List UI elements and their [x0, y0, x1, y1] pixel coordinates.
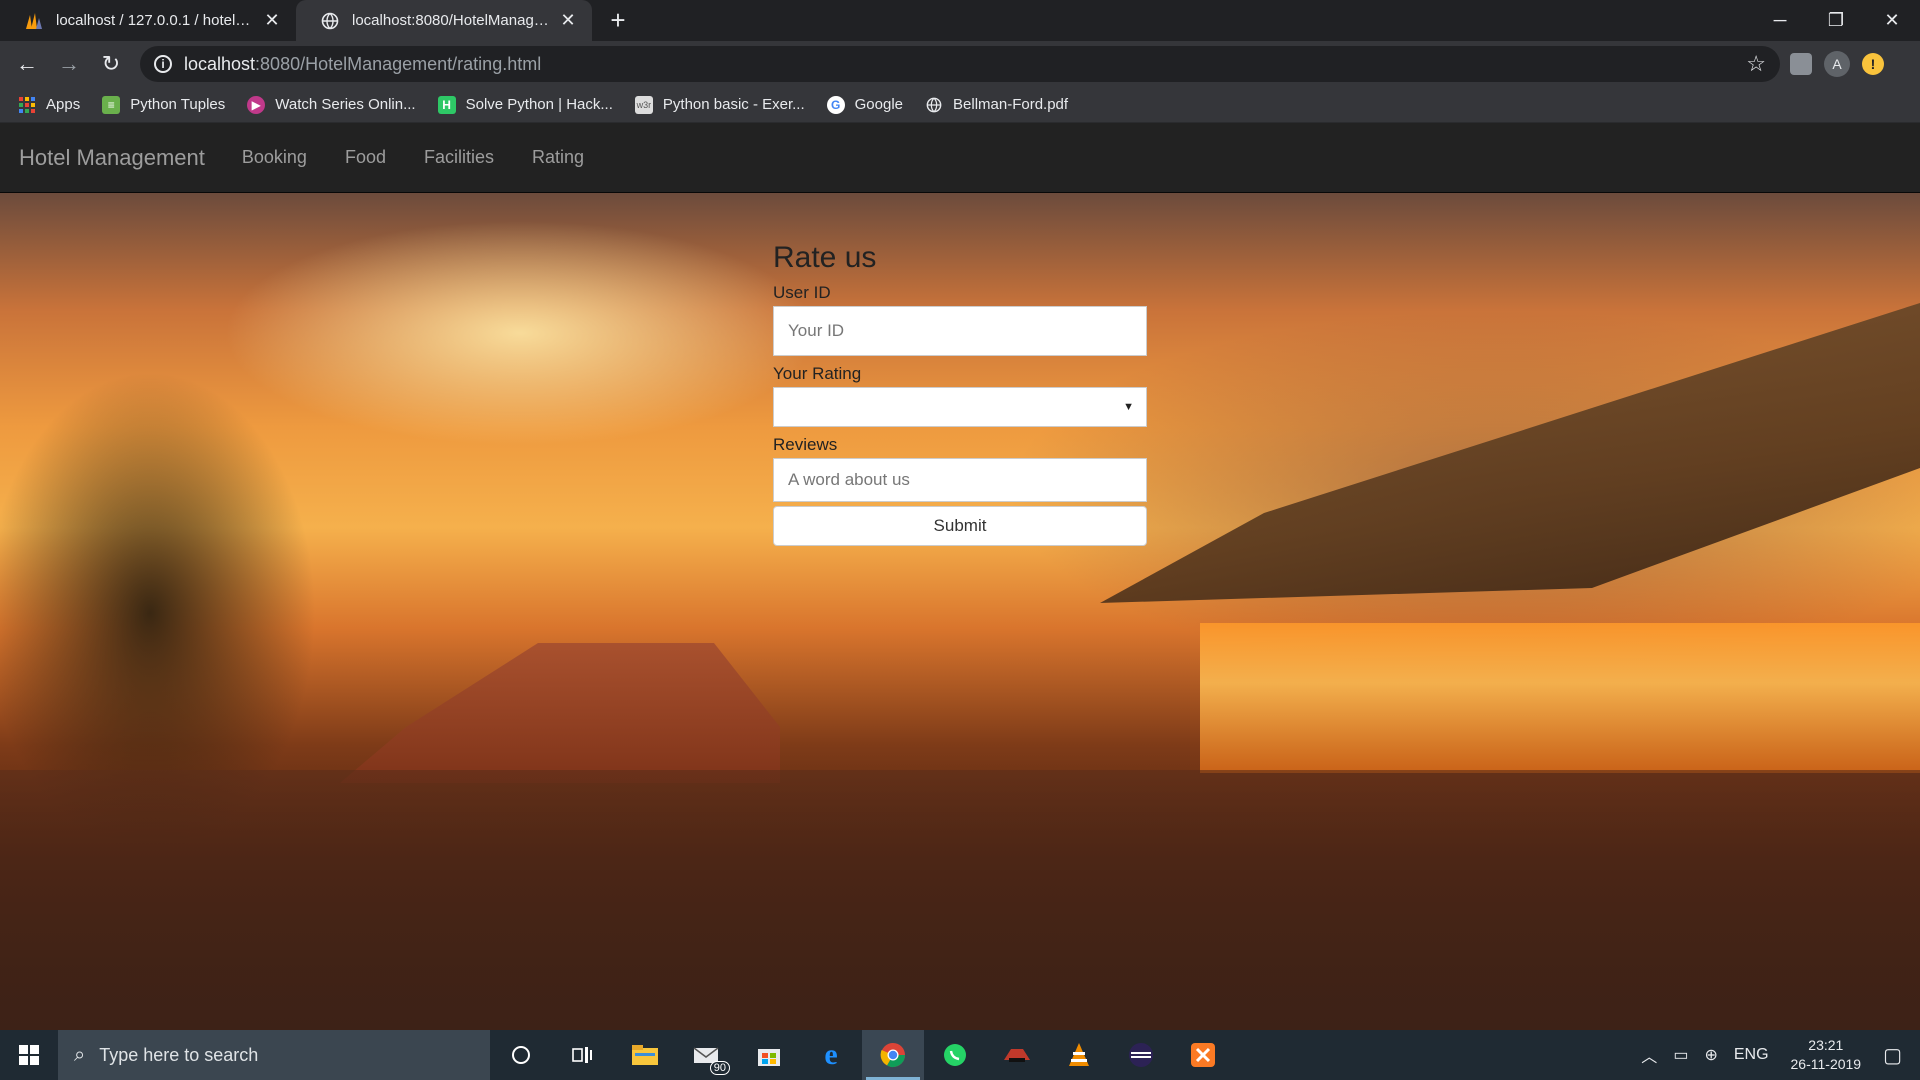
- mail-badge: 90: [709, 1061, 730, 1075]
- bookmark-star-icon[interactable]: ☆: [1746, 51, 1766, 77]
- network-globe-icon[interactable]: ⊕: [1704, 1045, 1717, 1065]
- store-icon[interactable]: [738, 1030, 800, 1080]
- bookmark-hackerrank[interactable]: H Solve Python | Hack...: [437, 95, 613, 114]
- user-id-field[interactable]: [773, 306, 1147, 356]
- page-viewport: Hotel Management Booking Food Facilities…: [0, 123, 1920, 1030]
- thatched-roof: [1100, 303, 1920, 603]
- globe-icon: [320, 11, 340, 31]
- bookmark-label: Python Tuples: [130, 96, 226, 113]
- forward-arrow-icon[interactable]: →: [48, 43, 90, 85]
- play-icon: ▶: [247, 95, 266, 114]
- bookmark-label: Apps: [46, 96, 81, 113]
- python-tuples-icon: ≡: [102, 95, 121, 114]
- cortana-icon[interactable]: [490, 1030, 552, 1080]
- minimize-icon[interactable]: ─: [1752, 0, 1808, 41]
- mail-icon[interactable]: 90: [676, 1030, 738, 1080]
- rating-label: Your Rating: [773, 364, 862, 383]
- taskbar-search[interactable]: ⌕ Type here to search: [58, 1030, 490, 1080]
- back-arrow-icon[interactable]: ←: [6, 43, 48, 85]
- bookmarks-bar: Apps ≡ Python Tuples ▶ Watch Series Onli…: [0, 87, 1920, 123]
- eclipse-icon[interactable]: [1110, 1030, 1172, 1080]
- bookmark-label: Bellman-Ford.pdf: [953, 96, 1069, 113]
- nav-rating[interactable]: Rating: [532, 147, 584, 168]
- browser-toolbar: ← → ↻ i localhost:8080/HotelManagement/r…: [0, 41, 1920, 87]
- tab-title: localhost:8080/HotelManagemen: [352, 12, 550, 29]
- tab-title: localhost / 127.0.0.1 / hotelmana: [56, 12, 254, 29]
- notification-icon[interactable]: ▢: [1883, 1043, 1902, 1068]
- bookmark-label: Google: [854, 96, 904, 113]
- nav-facilities[interactable]: Facilities: [424, 147, 494, 168]
- reload-icon[interactable]: ↻: [90, 43, 132, 85]
- tab-rating-page[interactable]: localhost:8080/HotelManagemen ✕: [296, 0, 592, 41]
- bookmark-label: Solve Python | Hack...: [465, 96, 613, 113]
- hackerrank-icon: H: [437, 95, 456, 114]
- form-title: Rate us: [773, 241, 877, 274]
- bookmark-python-basic[interactable]: w3r Python basic - Exer...: [634, 95, 805, 114]
- user-id-input[interactable]: [786, 320, 1134, 342]
- extension-icon[interactable]: [1790, 53, 1812, 75]
- chrome-icon[interactable]: [862, 1030, 924, 1080]
- language-indicator[interactable]: ENG: [1734, 1046, 1769, 1064]
- new-tab-button[interactable]: +: [598, 0, 638, 41]
- edge-icon[interactable]: e: [800, 1030, 862, 1080]
- bookmark-watch-series[interactable]: ▶ Watch Series Onlin...: [247, 95, 416, 114]
- apps-grid-icon: [18, 96, 36, 114]
- update-alert-icon[interactable]: !: [1862, 53, 1884, 75]
- close-tab-icon[interactable]: ✕: [558, 10, 578, 31]
- rating-select[interactable]: ▼: [773, 387, 1147, 427]
- reviews-label: Reviews: [773, 435, 838, 454]
- resort-background-image: Rate us User ID Your Rating ▼ Reviews Su…: [0, 193, 1920, 1030]
- clock[interactable]: 23:21 26-11-2019: [1791, 1036, 1862, 1074]
- bookmark-apps[interactable]: Apps: [18, 96, 80, 114]
- xampp-icon[interactable]: [1172, 1030, 1234, 1080]
- windows-taskbar: ⌕ Type here to search 90 e ︿ ▭ ⊕ ENG 23:…: [0, 1030, 1920, 1080]
- google-icon: G: [826, 95, 845, 114]
- file-explorer-icon[interactable]: [614, 1030, 676, 1080]
- bookmark-bellman-ford[interactable]: Bellman-Ford.pdf: [925, 96, 1068, 114]
- tab-phpmyadmin[interactable]: localhost / 127.0.0.1 / hotelmana ✕: [0, 0, 296, 41]
- reviews-input[interactable]: [786, 469, 1134, 491]
- terrace-floor: [0, 770, 1920, 1030]
- clock-date: 26-11-2019: [1790, 1056, 1862, 1072]
- gazebo-roof: [340, 643, 780, 783]
- bookmark-label: Python basic - Exer...: [662, 96, 805, 113]
- window-controls: ─ ❐ ✕: [1752, 0, 1920, 41]
- search-icon: ⌕: [74, 1043, 86, 1066]
- whatsapp-icon[interactable]: [924, 1030, 986, 1080]
- bookmark-label: Watch Series Onlin...: [275, 96, 416, 113]
- system-tray: ︿ ▭ ⊕ ENG 23:21 26-11-2019 ▢: [1633, 1030, 1920, 1080]
- url-text[interactable]: localhost:8080/HotelManagement/rating.ht…: [184, 54, 1746, 75]
- dropdown-arrow-icon: ▼: [1123, 401, 1134, 413]
- game-app-icon[interactable]: [986, 1030, 1048, 1080]
- vlc-icon[interactable]: [1048, 1030, 1110, 1080]
- address-bar[interactable]: i localhost:8080/HotelManagement/rating.…: [140, 46, 1780, 82]
- site-navbar: Hotel Management Booking Food Facilities…: [0, 123, 1920, 193]
- restore-icon[interactable]: ❐: [1808, 0, 1864, 41]
- phpmyadmin-icon: [24, 11, 44, 31]
- lit-restaurant: [1200, 623, 1920, 773]
- rating-form: Rate us User ID Your Rating ▼ Reviews Su…: [773, 241, 1147, 546]
- nav-booking[interactable]: Booking: [242, 147, 307, 168]
- close-tab-icon[interactable]: ✕: [262, 10, 282, 31]
- battery-icon[interactable]: ▭: [1673, 1045, 1688, 1065]
- site-brand[interactable]: Hotel Management: [19, 145, 205, 171]
- task-view-icon[interactable]: [552, 1030, 614, 1080]
- bookmark-python-tuples[interactable]: ≡ Python Tuples: [102, 95, 226, 114]
- globe-icon: [925, 96, 943, 114]
- clock-time: 23:21: [1808, 1037, 1844, 1053]
- browser-tab-strip: localhost / 127.0.0.1 / hotelmana ✕ loca…: [0, 0, 1920, 41]
- reviews-field[interactable]: [773, 458, 1147, 502]
- user-id-label: User ID: [773, 283, 831, 302]
- close-window-icon[interactable]: ✕: [1864, 0, 1920, 41]
- bookmark-google[interactable]: G Google: [826, 95, 904, 114]
- w3r-icon: w3r: [634, 95, 653, 114]
- site-info-icon[interactable]: i: [154, 55, 172, 73]
- profile-avatar[interactable]: A: [1824, 51, 1850, 77]
- submit-button[interactable]: Submit: [773, 506, 1147, 546]
- taskbar-search-placeholder: Type here to search: [99, 1044, 259, 1065]
- chevron-up-icon[interactable]: ︿: [1641, 1043, 1657, 1067]
- windows-start-icon[interactable]: [0, 1030, 58, 1080]
- nav-food[interactable]: Food: [345, 147, 386, 168]
